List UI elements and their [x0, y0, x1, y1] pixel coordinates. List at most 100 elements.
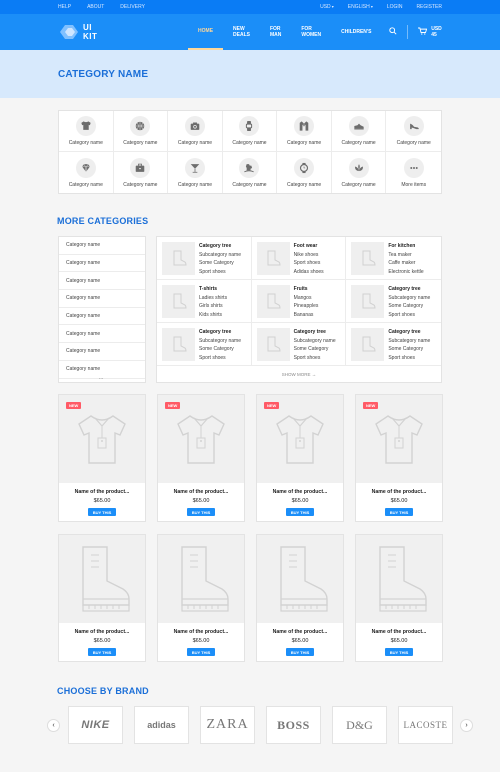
product-card[interactable]: Name of the product... $65.00 BUY THIS [58, 534, 146, 662]
product-name[interactable]: Name of the product... [356, 629, 442, 635]
category-tile[interactable]: Category name [332, 152, 387, 193]
topbar-link-help[interactable]: HELP [58, 4, 71, 10]
language-dropdown[interactable]: ENGLISH [348, 4, 373, 10]
subcategory-link[interactable]: Some Category [388, 302, 430, 311]
product-name[interactable]: Name of the product... [158, 489, 244, 495]
subcategory-link[interactable]: Caffe maker [388, 259, 423, 268]
category-tree-title[interactable]: Category tree [199, 242, 241, 251]
product-name[interactable]: Name of the product... [59, 489, 145, 495]
login-link[interactable]: LOGIN [387, 4, 403, 10]
buy-button[interactable]: BUY THIS [286, 648, 314, 656]
subcategory-link[interactable]: Sport shoes [199, 268, 241, 277]
category-tree-title[interactable]: Category tree [388, 285, 430, 294]
category-tile[interactable]: Category name [277, 111, 332, 152]
product-card[interactable]: Name of the product... $65.00 BUY THIS [157, 534, 245, 662]
subcategory-link[interactable]: Sport shoes [199, 354, 241, 363]
category-tile[interactable]: Category name [59, 152, 114, 193]
brand-logo-adidas[interactable]: adidas [134, 706, 189, 744]
category-tree-title[interactable]: T-shirts [199, 285, 227, 294]
buy-button[interactable]: BUY THIS [385, 508, 413, 516]
category-tile[interactable]: More items [386, 152, 441, 193]
subcategory-link[interactable]: Pineapples [294, 302, 319, 311]
category-tree-title[interactable]: Foot wear [294, 242, 324, 251]
nav-item-home[interactable]: HOME [188, 14, 224, 50]
brand-logo-zara[interactable]: ZARA [200, 706, 255, 744]
logo[interactable]: UI KIT [58, 23, 100, 41]
carousel-next-button[interactable]: › [460, 718, 473, 732]
nav-item-for-man[interactable]: FOR MAN [260, 14, 291, 50]
side-list-more[interactable]: ... [99, 375, 103, 381]
subcategory-link[interactable]: Kids shirts [199, 311, 227, 320]
brand-logo-dg[interactable]: D&G [332, 706, 387, 744]
buy-button[interactable]: BUY THIS [385, 648, 413, 656]
search-icon[interactable] [389, 27, 397, 37]
buy-button[interactable]: BUY THIS [88, 508, 116, 516]
product-card[interactable]: Name of the product... $65.00 BUY THIS [355, 534, 443, 662]
cart-button[interactable]: USD 45 [418, 26, 442, 38]
side-list-item[interactable]: Category name [59, 343, 145, 361]
subcategory-link[interactable]: Some Category [388, 345, 430, 354]
product-card[interactable]: Name of the product... $65.00 BUY THIS [256, 534, 344, 662]
side-list-item[interactable]: Category name [59, 272, 145, 291]
subcategory-link[interactable]: Mangos [294, 294, 319, 303]
nav-item-for-women[interactable]: FOR WOMEN [291, 14, 331, 50]
buy-button[interactable]: BUY THIS [187, 508, 215, 516]
side-list-item[interactable]: Category name [59, 325, 145, 344]
subcategory-link[interactable]: Subcategory name [199, 251, 241, 260]
subcategory-link[interactable]: Sport shoes [388, 354, 430, 363]
product-name[interactable]: Name of the product... [59, 629, 145, 635]
category-tile[interactable]: Category name [59, 111, 114, 152]
category-tile[interactable]: Category name [386, 111, 441, 152]
category-tree-title[interactable]: Category tree [199, 328, 241, 337]
topbar-link-about[interactable]: ABOUT [87, 4, 104, 10]
buy-button[interactable]: BUY THIS [88, 648, 116, 656]
buy-button[interactable]: BUY THIS [286, 508, 314, 516]
subcategory-link[interactable]: Girls shirts [199, 302, 227, 311]
subcategory-link[interactable]: Ladies shirts [199, 294, 227, 303]
subcategory-link[interactable]: Subcategory name [388, 337, 430, 346]
buy-button[interactable]: BUY THIS [187, 648, 215, 656]
side-list-item[interactable]: Category name [59, 308, 145, 326]
category-tile[interactable]: Category name [114, 152, 169, 193]
nav-item-children-s[interactable]: CHILDREN'S [331, 14, 381, 50]
subcategory-link[interactable]: Some Category [199, 259, 241, 268]
category-tree-title[interactable]: Category tree [388, 328, 430, 337]
side-list-item[interactable]: Category name [59, 255, 145, 273]
product-card[interactable]: NEW Name of the product... $65.00 BUY THIS [256, 394, 344, 522]
category-tile[interactable]: Category name [113, 111, 169, 152]
product-name[interactable]: Name of the product... [257, 629, 343, 635]
brand-logo-boss[interactable]: BOSS [266, 706, 321, 744]
subcategory-link[interactable]: Sport shoes [294, 354, 336, 363]
side-list-item[interactable]: Category name [59, 290, 145, 308]
subcategory-link[interactable]: Bananas [294, 311, 319, 320]
category-tree-title[interactable]: Category tree [294, 328, 336, 337]
category-tile[interactable]: Category name [168, 152, 223, 193]
subcategory-link[interactable]: Some Category [294, 345, 336, 354]
brand-logo-nike[interactable]: NIKE [68, 706, 123, 744]
product-card[interactable]: NEW Name of the product... $65.00 BUY THIS [355, 394, 443, 522]
category-tile[interactable]: Category name [222, 111, 278, 152]
product-card[interactable]: NEW Name of the product... $65.00 BUY THIS [157, 394, 245, 522]
subcategory-link[interactable]: Subcategory name [199, 337, 241, 346]
subcategory-link[interactable]: Adidas shoes [294, 268, 324, 277]
product-name[interactable]: Name of the product... [158, 629, 244, 635]
subcategory-link[interactable]: Subcategory name [294, 337, 336, 346]
subcategory-link[interactable]: Tea maker [388, 251, 423, 260]
brand-logo-lacoste[interactable]: LACOSTE [398, 706, 453, 744]
category-tile[interactable]: Category name [223, 152, 278, 193]
topbar-link-delivery[interactable]: DELIVERY [120, 4, 145, 10]
register-link[interactable]: REGISTER [416, 4, 442, 10]
show-more-button[interactable]: SHOW MORE → [157, 366, 441, 382]
category-tile[interactable]: Category name [331, 111, 387, 152]
product-name[interactable]: Name of the product... [257, 489, 343, 495]
subcategory-link[interactable]: Nike shoes [294, 251, 324, 260]
category-tile[interactable]: Category name [277, 152, 332, 193]
subcategory-link[interactable]: Some Category [199, 345, 241, 354]
category-tile[interactable]: Category name [168, 111, 223, 152]
product-name[interactable]: Name of the product... [356, 489, 442, 495]
category-tree-title[interactable]: Fruits [294, 285, 319, 294]
side-list-item[interactable]: Category name [59, 237, 145, 255]
subcategory-link[interactable]: Electronic kettle [388, 268, 423, 277]
subcategory-link[interactable]: Sport shoes [294, 259, 324, 268]
subcategory-link[interactable]: Sport shoes [388, 311, 430, 320]
